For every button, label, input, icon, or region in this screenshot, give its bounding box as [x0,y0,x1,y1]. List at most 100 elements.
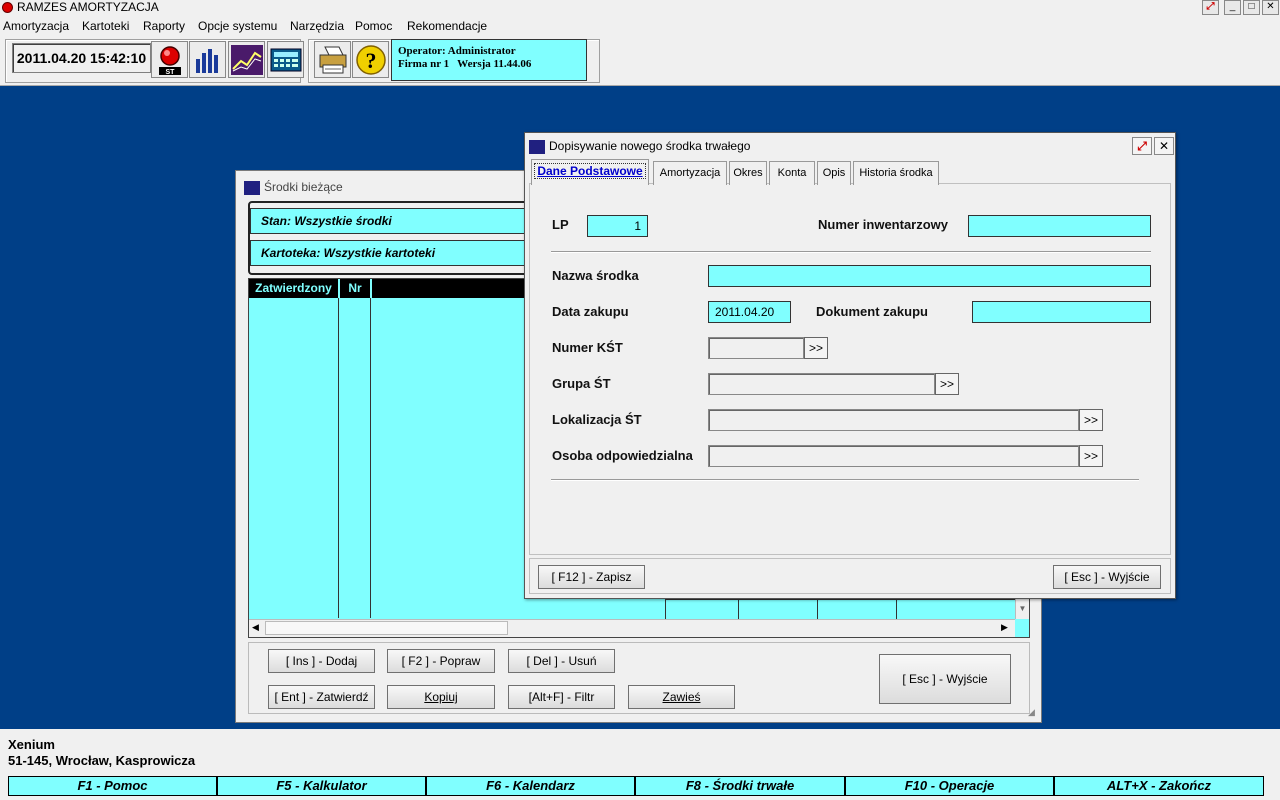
dialog-close-button[interactable]: ✕ [1154,137,1174,155]
app-title: RAMZES AMORTYZACJA [17,0,159,14]
osoba-odpowiedzialna-field[interactable] [708,445,1079,467]
grupa-st-label: Grupa ŚT [552,376,611,391]
fkey-f10-operations[interactable]: F10 - Operacje [845,776,1054,796]
scroll-right-arrow[interactable]: ▶ [1001,622,1008,633]
operator-line: Operator: Administrator [398,45,516,57]
tab-label: Dane Podstawowe [534,163,646,179]
dialog-title-text: Dopisywanie nowego środka trwałego [549,139,751,153]
horizontal-scrollbar[interactable]: ◀ ▶ [249,619,1015,637]
suspend-button[interactable]: Zawieś [628,685,735,709]
fixed-assets-icon: ST [158,45,181,76]
fkey-f1-help[interactable]: F1 - Pomoc [8,776,217,796]
menu-narzedzia[interactable]: Narzędzia [290,18,344,34]
toolbar: 2011.04.20 15:42:10 ST ? Operator: Admin… [0,37,1280,86]
kartoteka-filter[interactable]: Kartoteka: Wszystkie kartoteki [250,240,550,266]
company-address: 51-145, Wrocław, Kasprowicza [8,753,196,768]
data-zakupu-field[interactable]: 2011.04.20 [708,301,791,323]
resize-grip-icon[interactable]: ◢ [1028,707,1035,718]
window-icon [244,180,260,195]
grid-footer-row [665,599,1015,620]
divider [551,251,1151,253]
lokalizacja-st-label: Lokalizacja ŚT [552,412,642,427]
restore-app-icon[interactable]: ⤢ [1202,0,1219,15]
tab-konta[interactable]: Konta [769,161,815,185]
company-name: Xenium [8,737,55,752]
tab-historia-srodka[interactable]: Historia środka [853,161,939,185]
numer-kst-label: Numer KŚT [552,340,623,355]
fixed-assets-button[interactable]: ST [151,41,188,78]
numer-kst-picker-button[interactable]: >> [804,337,828,359]
dialog-exit-button[interactable]: [ Esc ] - Wyjście [1053,565,1161,589]
dialog-panel [529,183,1171,555]
company-info: Xenium 51-145, Wrocław, Kasprowicza [8,737,195,769]
title-bar: RAMZES AMORTYZACJA ⤢ _ □ ✕ [0,0,1280,15]
menu-pomoc[interactable]: Pomoc [355,18,392,34]
close-button[interactable]: ✕ [1262,0,1279,15]
trend-chart-button[interactable] [228,41,265,78]
osoba-odpowiedzialna-label: Osoba odpowiedzialna [552,448,693,463]
edit-button[interactable]: [ F2 ] - Popraw [387,649,495,673]
dokument-zakupu-field[interactable] [972,301,1151,323]
grupa-st-picker-button[interactable]: >> [935,373,959,395]
maximize-button[interactable]: □ [1243,0,1260,15]
menu-bar: Amortyzacja Kartoteki Raporty Opcje syst… [0,15,1280,37]
add-button[interactable]: [ Ins ] - Dodaj [268,649,375,673]
exit-button[interactable]: [ Esc ] - Wyjście [879,654,1011,704]
delete-button[interactable]: [ Del ] - Usuń [508,649,615,673]
lokalizacja-st-field[interactable] [708,409,1079,431]
fkey-f8-fixed-assets[interactable]: F8 - Środki trwałe [635,776,845,796]
column-header-zatwierdzony[interactable]: Zatwierdzony [249,279,338,298]
tab-dane-podstawowe[interactable]: Dane Podstawowe [531,159,649,185]
fkey-f5-calculator[interactable]: F5 - Kalkulator [217,776,426,796]
save-button[interactable]: [ F12 ] - Zapisz [538,565,645,589]
svg-text:?: ? [365,48,376,73]
calculator-button[interactable] [267,41,304,78]
minimize-button[interactable]: _ [1224,0,1241,15]
calculator-icon [270,48,301,71]
help-button[interactable]: ? [352,41,389,78]
column-header-nr[interactable]: Nr [339,279,370,298]
bar-chart-icon [195,48,218,73]
menu-rekomendacje[interactable]: Rekomendacje [407,18,487,34]
fkey-altx-exit[interactable]: ALT+X - Zakończ [1054,776,1264,796]
menu-opcje-systemu[interactable]: Opcje systemu [198,18,277,34]
numer-kst-field[interactable] [708,337,804,359]
numer-inwentarzowy-field[interactable] [968,215,1151,237]
trend-chart-icon [230,44,263,75]
lp-field[interactable]: 1 [587,215,648,237]
lp-label: LP [552,217,569,232]
datetime-display: 2011.04.20 15:42:10 [12,43,151,73]
tab-amortyzacja[interactable]: Amortyzacja [653,161,727,185]
svg-text:ST: ST [165,69,175,76]
app-icon [2,2,13,13]
dialog-restore-icon[interactable]: ⤢ [1132,137,1152,155]
menu-raporty[interactable]: Raporty [143,18,185,34]
numer-inwentarzowy-label: Numer inwentarzowy [818,217,949,232]
nazwa-srodka-label: Nazwa środka [552,268,639,283]
scroll-thumb[interactable] [265,621,508,635]
bar-chart-button[interactable] [189,41,226,78]
fkey-f6-calendar[interactable]: F6 - Kalendarz [426,776,635,796]
tab-opis[interactable]: Opis [817,161,851,185]
filter-button[interactable]: [Alt+F] - Filtr [508,685,615,709]
help-icon: ? [355,44,386,75]
data-zakupu-label: Data zakupu [552,304,629,319]
nazwa-srodka-field[interactable] [708,265,1151,287]
stan-filter[interactable]: Stan: Wszystkie środki [250,208,550,234]
dialog-title: Dopisywanie nowego środka trwałego [529,137,750,155]
grupa-st-field[interactable] [708,373,935,395]
dialog-window-icon [529,139,545,154]
tab-okres[interactable]: Okres [729,161,767,185]
copy-button[interactable]: Kopiuj [387,685,495,709]
approve-button[interactable]: [ Ent ] - Zatwierdź [268,685,375,709]
print-button[interactable] [314,41,351,78]
assets-window-title: Środki bieżące [244,177,343,197]
scroll-down-arrow[interactable]: ▼ [1015,599,1029,619]
osoba-odpowiedzialna-picker-button[interactable]: >> [1079,445,1103,467]
scroll-left-arrow[interactable]: ◀ [252,622,259,633]
menu-amortyzacja[interactable]: Amortyzacja [3,18,69,34]
lokalizacja-st-picker-button[interactable]: >> [1079,409,1103,431]
new-asset-dialog: Dopisywanie nowego środka trwałego ⤢ ✕ D… [524,132,1176,599]
dokument-zakupu-label: Dokument zakupu [816,304,928,319]
menu-kartoteki[interactable]: Kartoteki [82,18,129,34]
